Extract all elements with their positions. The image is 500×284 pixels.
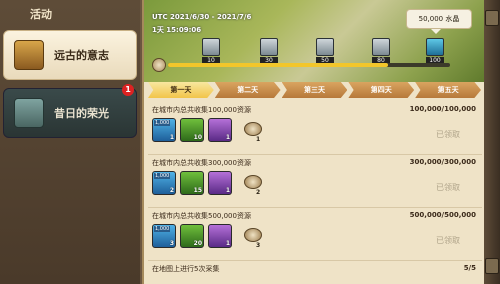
tab-day-3[interactable]: 第三天	[281, 82, 348, 98]
event-progress-fill	[168, 63, 388, 67]
item-badge: 1,000	[154, 173, 171, 179]
task-progress: 300,000/300,000	[409, 158, 476, 166]
speedup-item[interactable]: 1,000 2	[152, 171, 176, 195]
claimed-status: 已领取	[436, 183, 460, 192]
claimed-status: 已领取	[436, 236, 460, 245]
task-row: 在城市内总共收集500,000资源 500,000/500,000 1,000 …	[148, 208, 482, 261]
tab-day-4[interactable]: 第四天	[348, 82, 415, 98]
task-title: 在城市内总共收集500,000资源	[152, 212, 251, 220]
item-badge: 1,000	[154, 226, 171, 232]
notification-badge: 1	[122, 84, 134, 96]
task-title: 在地图上进行5次采集	[152, 265, 220, 273]
task-row: 在城市内总共收集100,000资源 100,000/100,000 1,000 …	[148, 102, 482, 155]
sidebar-item-past-glory[interactable]: 昔日的荣光	[3, 88, 137, 138]
sidebar-item-label: 昔日的荣光	[54, 107, 109, 120]
task-row: 在地图上进行5次采集 5/5	[148, 261, 482, 284]
item-count: 20	[193, 240, 202, 247]
item-count: 1	[169, 134, 174, 141]
tab-day-1[interactable]: 第一天	[148, 82, 214, 98]
task-title: 在城市内总共收集300,000资源	[152, 159, 251, 167]
item-count: 1	[225, 187, 230, 194]
claimed-status: 已领取	[436, 130, 460, 139]
stone-count: 2	[256, 189, 261, 196]
event-date-range: UTC 2021/6/30 - 2021/7/6	[152, 13, 252, 21]
item-count: 3	[169, 240, 174, 247]
event-time-left: 1天 15:09:06	[152, 26, 202, 34]
key-item[interactable]: 1	[208, 224, 232, 248]
reward-tooltip-pointer	[431, 29, 441, 34]
scroll-up-handle[interactable]	[485, 10, 499, 26]
stone-icon	[244, 122, 262, 136]
reward-tooltip: 50,000 水晶	[406, 9, 472, 29]
key-item[interactable]: 1	[208, 171, 232, 195]
tab-day-2[interactable]: 第二天	[214, 82, 281, 98]
task-title: 在城市内总共收集100,000资源	[152, 106, 251, 114]
item-count: 1	[225, 134, 230, 141]
resource-item[interactable]: 10	[180, 118, 204, 142]
speedup-item[interactable]: 1,000 1	[152, 118, 176, 142]
item-count: 15	[193, 187, 202, 194]
progress-coin-icon	[152, 58, 166, 72]
tab-day-5[interactable]: 第五天	[415, 82, 481, 98]
sidebar-item-label: 远古的意志	[54, 49, 109, 62]
item-count: 1	[225, 240, 230, 247]
stone-count: 1	[256, 136, 261, 143]
tower-icon	[14, 98, 44, 128]
task-list: 在城市内总共收集100,000资源 100,000/100,000 1,000 …	[148, 102, 482, 284]
sidebar: 活动 远古的意志 昔日的荣光 1	[0, 0, 140, 284]
item-badge: 1,000	[154, 120, 171, 126]
day-tabs: 第一天 第二天 第三天 第四天 第五天	[148, 82, 482, 98]
milestone-chest-10[interactable]	[202, 38, 220, 56]
milestone-chest-50[interactable]	[316, 38, 334, 56]
task-progress: 500,000/500,000	[409, 211, 476, 219]
milestone-chest-80[interactable]	[372, 38, 390, 56]
sidebar-item-ancient-will[interactable]: 远古的意志	[3, 30, 137, 80]
speedup-item[interactable]: 1,000 3	[152, 224, 176, 248]
stone-icon	[244, 175, 262, 189]
stone-count: 3	[256, 242, 261, 249]
resource-item[interactable]: 15	[180, 171, 204, 195]
event-banner: UTC 2021/6/30 - 2021/7/6 1天 15:09:06 50,…	[144, 0, 486, 82]
sidebar-title: 活动	[30, 8, 52, 21]
task-row: 在城市内总共收集300,000资源 300,000/300,000 1,000 …	[148, 155, 482, 208]
milestone-crystal-100[interactable]	[426, 38, 444, 56]
right-rail	[484, 0, 500, 284]
item-count: 2	[169, 187, 174, 194]
task-progress: 5/5	[463, 264, 476, 272]
milestone-chest-30[interactable]	[260, 38, 278, 56]
item-count: 10	[193, 134, 202, 141]
event-panel: UTC 2021/6/30 - 2021/7/6 1天 15:09:06 50,…	[142, 0, 486, 284]
treasure-chest-icon	[14, 40, 44, 70]
stone-icon	[244, 228, 262, 242]
key-item[interactable]: 1	[208, 118, 232, 142]
scroll-down-handle[interactable]	[485, 258, 499, 274]
task-progress: 100,000/100,000	[409, 105, 476, 113]
resource-item[interactable]: 20	[180, 224, 204, 248]
